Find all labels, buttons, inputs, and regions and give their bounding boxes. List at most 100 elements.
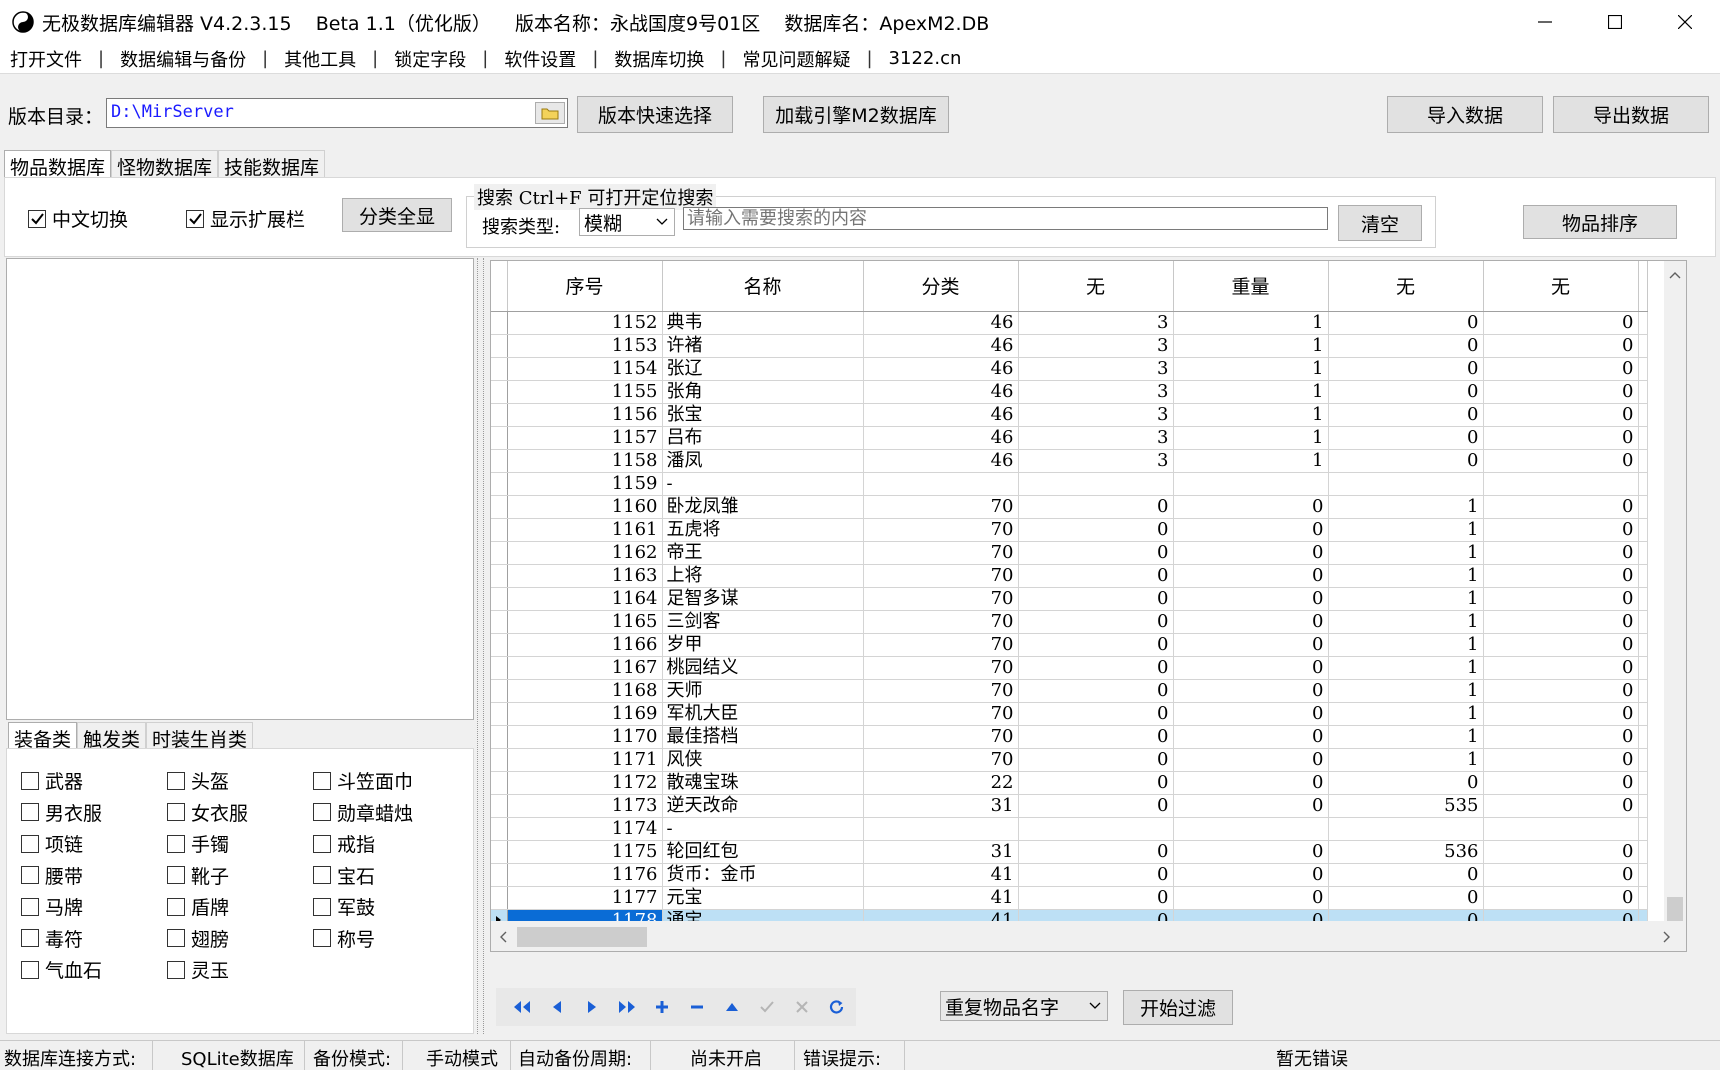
table-row[interactable]: 1173 逆天改命 31 0 0 535 0 xyxy=(491,794,1648,818)
first-record-button[interactable] xyxy=(504,992,539,1022)
table-cell[interactable]: 0 xyxy=(1173,863,1329,887)
row-header[interactable] xyxy=(491,311,508,335)
table-row[interactable]: 1169 军机大臣 70 0 0 1 0 xyxy=(491,702,1648,726)
table-cell[interactable]: 张辽 xyxy=(662,357,864,381)
table-row[interactable]: 1172 散魂宝珠 22 0 0 0 0 xyxy=(491,771,1648,795)
menu-item[interactable]: 其他工具 xyxy=(282,46,358,72)
table-cell[interactable]: 逆天改命 xyxy=(662,794,864,818)
table-cell[interactable]: 军机大臣 xyxy=(662,702,864,726)
table-cell[interactable]: 1153 xyxy=(507,334,663,358)
row-header[interactable] xyxy=(491,564,508,588)
table-row[interactable]: 1159- xyxy=(491,472,1648,496)
table-cell[interactable]: 1168 xyxy=(507,679,663,703)
table-row[interactable]: 1170 最佳搭档 70 0 0 1 0 xyxy=(491,725,1648,749)
table-row[interactable]: 1161 五虎将 70 0 0 1 0 xyxy=(491,518,1648,542)
horizontal-scroll-thumb[interactable] xyxy=(517,927,647,947)
table-cell[interactable]: 1 xyxy=(1328,587,1484,611)
table-cell[interactable] xyxy=(1483,817,1639,841)
table-cell[interactable]: 1172 xyxy=(507,771,663,795)
table-cell[interactable]: 0 xyxy=(1483,449,1639,473)
category-checkbox[interactable]: 灵玉 xyxy=(167,956,229,983)
table-cell[interactable]: 70 xyxy=(863,702,1019,726)
table-cell[interactable]: 0 xyxy=(1483,587,1639,611)
table-cell[interactable]: 0 xyxy=(1173,886,1329,910)
table-cell[interactable]: 1 xyxy=(1328,702,1484,726)
table-cell[interactable]: 岁甲 xyxy=(662,633,864,657)
table-cell[interactable]: 46 xyxy=(863,311,1019,335)
table-cell[interactable]: 46 xyxy=(863,449,1019,473)
table-cell[interactable]: 0 xyxy=(1483,656,1639,680)
table-cell[interactable]: 70 xyxy=(863,610,1019,634)
table-cell[interactable]: 1161 xyxy=(507,518,663,542)
table-cell[interactable]: 张角 xyxy=(662,380,864,404)
table-cell[interactable]: 0 xyxy=(1173,564,1329,588)
table-cell[interactable]: 0 xyxy=(1018,748,1174,772)
horizontal-scrollbar[interactable] xyxy=(491,921,1686,951)
table-cell[interactable]: 五虎将 xyxy=(662,518,864,542)
maximize-button[interactable] xyxy=(1580,0,1650,44)
table-cell[interactable]: 0 xyxy=(1483,610,1639,634)
edit-record-button[interactable] xyxy=(714,992,749,1022)
export-button[interactable]: 导出数据 xyxy=(1553,96,1709,133)
table-cell[interactable]: 46 xyxy=(863,403,1019,427)
category-checkbox[interactable]: 翅膀 xyxy=(167,925,229,952)
table-cell[interactable]: 0 xyxy=(1328,311,1484,335)
table-cell[interactable]: 0 xyxy=(1483,840,1639,864)
table-cell[interactable]: 1170 xyxy=(507,725,663,749)
row-header[interactable] xyxy=(491,725,508,749)
next-record-button[interactable] xyxy=(574,992,609,1022)
table-cell[interactable]: 0 xyxy=(1018,518,1174,542)
category-checkbox[interactable]: 武器 xyxy=(21,767,83,794)
table-cell[interactable]: 1 xyxy=(1173,311,1329,335)
table-cell[interactable] xyxy=(863,472,1019,496)
table-cell[interactable]: 0 xyxy=(1483,380,1639,404)
table-cell[interactable]: 70 xyxy=(863,564,1019,588)
table-cell[interactable]: 1 xyxy=(1173,334,1329,358)
table-row[interactable]: 1166 岁甲 70 0 0 1 0 xyxy=(491,633,1648,657)
table-cell[interactable]: 0 xyxy=(1018,495,1174,519)
table-cell[interactable]: - xyxy=(662,817,864,841)
table-row[interactable]: 1157 吕布 46 3 1 0 0 xyxy=(491,426,1648,450)
row-header[interactable] xyxy=(491,449,508,473)
search-type-select[interactable]: 模糊 xyxy=(579,208,675,236)
table-cell[interactable]: 1 xyxy=(1328,610,1484,634)
table-cell[interactable]: 0 xyxy=(1328,886,1484,910)
prev-record-button[interactable] xyxy=(539,992,574,1022)
table-cell[interactable]: 0 xyxy=(1173,702,1329,726)
table-cell[interactable]: 0 xyxy=(1018,794,1174,818)
category-checkbox[interactable]: 称号 xyxy=(313,925,375,952)
table-cell[interactable]: 0 xyxy=(1483,311,1639,335)
table-cell[interactable]: 22 xyxy=(863,771,1019,795)
table-cell[interactable]: 0 xyxy=(1018,541,1174,565)
table-cell[interactable]: 1163 xyxy=(507,564,663,588)
row-header[interactable] xyxy=(491,472,508,496)
category-checkbox[interactable]: 宝石 xyxy=(313,862,375,889)
delete-record-button[interactable] xyxy=(679,992,714,1022)
table-cell[interactable]: 最佳搭档 xyxy=(662,725,864,749)
table-cell[interactable]: 0 xyxy=(1018,633,1174,657)
table-cell[interactable]: 70 xyxy=(863,748,1019,772)
row-header[interactable] xyxy=(491,518,508,542)
row-header[interactable] xyxy=(491,748,508,772)
table-cell[interactable]: 轮回红包 xyxy=(662,840,864,864)
table-cell[interactable]: 0 xyxy=(1483,633,1639,657)
table-cell[interactable]: 1 xyxy=(1173,380,1329,404)
menu-item[interactable]: 锁定字段 xyxy=(392,46,468,72)
table-cell[interactable]: 0 xyxy=(1173,748,1329,772)
search-input[interactable] xyxy=(683,207,1328,230)
table-row[interactable]: 1163 上将 70 0 0 1 0 xyxy=(491,564,1648,588)
row-header[interactable] xyxy=(491,679,508,703)
category-checkbox[interactable]: 毒符 xyxy=(21,925,83,952)
show-all-button[interactable]: 分类全显 xyxy=(342,198,452,232)
column-header[interactable]: 序号 xyxy=(507,261,663,312)
table-cell[interactable]: 吕布 xyxy=(662,426,864,450)
table-cell[interactable]: 1 xyxy=(1328,633,1484,657)
table-cell[interactable]: 0 xyxy=(1173,518,1329,542)
table-cell[interactable]: 535 xyxy=(1328,794,1484,818)
table-cell[interactable]: 卧龙凤雏 xyxy=(662,495,864,519)
table-cell[interactable]: 1156 xyxy=(507,403,663,427)
table-cell[interactable]: 0 xyxy=(1018,702,1174,726)
scroll-up-icon[interactable] xyxy=(1669,271,1681,279)
row-header[interactable] xyxy=(491,817,508,841)
table-cell[interactable]: 桃园结义 xyxy=(662,656,864,680)
